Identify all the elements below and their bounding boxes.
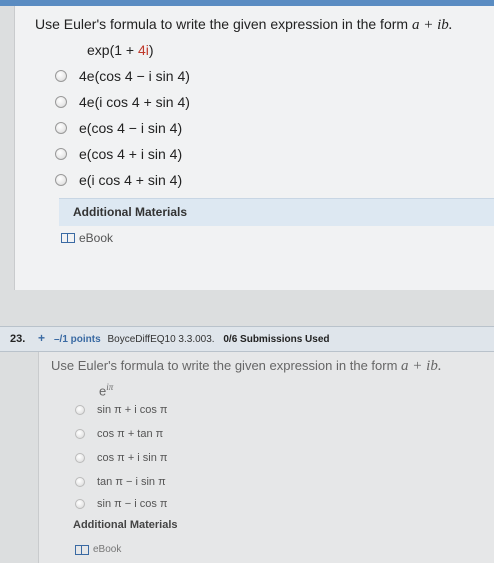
option-label: e(cos 4 + i sin 4)	[79, 146, 183, 162]
expression-prefix: exp(1 +	[87, 42, 138, 58]
q23-option-4[interactable]: tan π − i sin π	[75, 476, 166, 488]
radio-button-icon[interactable]	[75, 477, 85, 487]
q22-option-3[interactable]: e(cos 4 − i sin 4)	[55, 120, 182, 136]
q22-option-2[interactable]: 4e(i cos 4 + sin 4)	[55, 94, 190, 110]
question-code: BoyceDiffEQ10 3.3.003.	[107, 334, 215, 345]
radio-button-icon[interactable]	[55, 96, 67, 108]
question-22-prompt: Use Euler's formula to write the given e…	[35, 16, 453, 34]
option-label: cos π + i sin π	[97, 452, 168, 464]
q23-option-2[interactable]: cos π + tan π	[75, 428, 163, 440]
question-23-prompt: Use Euler's formula to write the given e…	[51, 358, 442, 375]
points-label: –/1 points	[54, 334, 101, 345]
option-label: sin π + i cos π	[97, 404, 168, 416]
radio-button-icon[interactable]	[75, 499, 85, 509]
ebook-link[interactable]: eBook	[75, 544, 121, 555]
q23-option-3[interactable]: cos π + i sin π	[75, 452, 168, 464]
question-22-expression: exp(1 + 4i)	[87, 42, 154, 58]
radio-button-icon[interactable]	[75, 453, 85, 463]
option-label: e(i cos 4 + sin 4)	[79, 172, 183, 188]
radio-button-icon[interactable]	[55, 122, 67, 134]
submissions-used: 0/6 Submissions Used	[223, 334, 330, 345]
radio-button-icon[interactable]	[55, 148, 67, 160]
option-label: e(cos 4 − i sin 4)	[79, 120, 183, 136]
ebook-label[interactable]: eBook	[93, 544, 121, 555]
question-23-header: 23. + –/1 points BoyceDiffEQ10 3.3.003. …	[0, 326, 494, 352]
ebook-label[interactable]: eBook	[79, 231, 113, 245]
ebook-link[interactable]: eBook	[61, 231, 113, 245]
question-23-panel: Use Euler's formula to write the given e…	[38, 352, 494, 563]
option-label: cos π + tan π	[97, 428, 164, 440]
option-label: 4e(i cos 4 + sin 4)	[79, 94, 190, 110]
q23-option-5[interactable]: sin π − i cos π	[75, 498, 168, 510]
option-label: tan π − i sin π	[97, 476, 166, 488]
expression-suffix: )	[148, 42, 154, 58]
radio-button-icon[interactable]	[55, 70, 67, 82]
additional-materials-heading: Additional Materials	[73, 519, 178, 531]
additional-materials-bar: Additional Materials	[59, 198, 494, 226]
question-22-panel: Use Euler's formula to write the given e…	[14, 6, 494, 290]
radio-button-icon[interactable]	[75, 429, 85, 439]
book-icon	[75, 544, 89, 555]
plus-icon[interactable]: +	[38, 331, 45, 345]
additional-materials-heading: Additional Materials	[73, 205, 188, 219]
prompt-text: Use Euler's formula to write the given e…	[35, 16, 412, 32]
expression-exponent: iπ	[106, 382, 114, 392]
q23-option-1[interactable]: sin π + i cos π	[75, 404, 168, 416]
q22-option-5[interactable]: e(i cos 4 + sin 4)	[55, 172, 182, 188]
q22-option-4[interactable]: e(cos 4 + i sin 4)	[55, 146, 182, 162]
question-23-expression: eiπ	[99, 382, 113, 398]
option-label: sin π − i cos π	[97, 498, 168, 510]
radio-button-icon[interactable]	[55, 174, 67, 186]
prompt-form: a + ib.	[401, 358, 442, 374]
prompt-text: Use Euler's formula to write the given e…	[51, 358, 402, 373]
expression-highlight: 4i	[137, 42, 149, 58]
question-number: 23.	[10, 333, 26, 345]
radio-button-icon[interactable]	[75, 405, 85, 415]
question-meta: –/1 points BoyceDiffEQ10 3.3.003. 0/6 Su…	[54, 334, 330, 345]
book-icon	[61, 233, 75, 243]
prompt-form: a + ib.	[411, 17, 453, 33]
option-label: 4e(cos 4 − i sin 4)	[79, 68, 190, 84]
q22-option-1[interactable]: 4e(cos 4 − i sin 4)	[55, 68, 190, 84]
